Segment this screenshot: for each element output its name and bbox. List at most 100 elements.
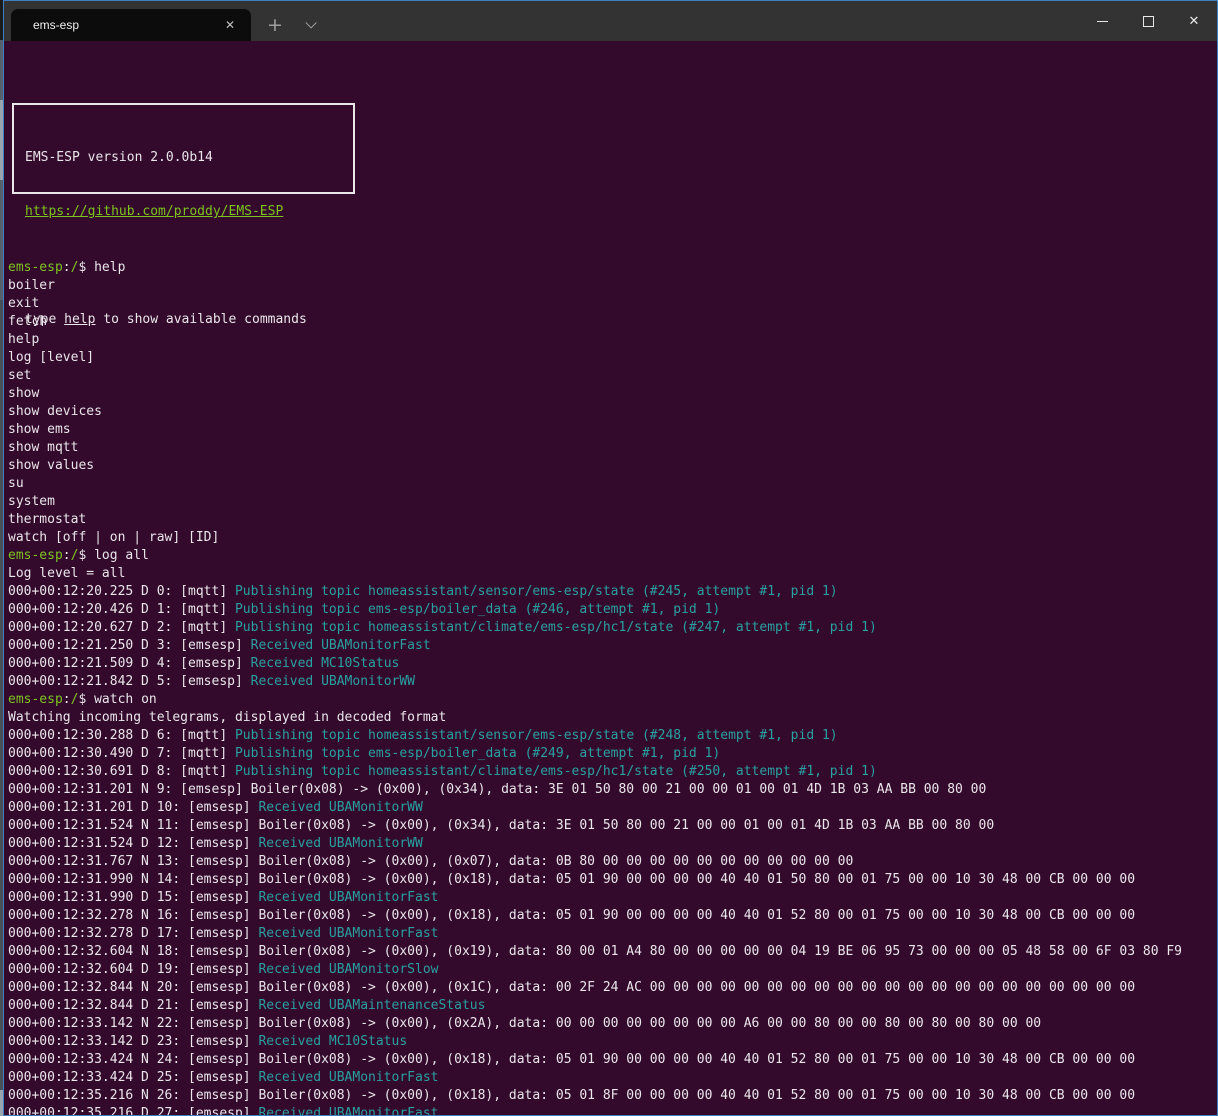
terminal-line: 000+00:12:32.844 N 20: [emsesp] Boiler(0… bbox=[8, 979, 1217, 997]
terminal-text: 000+00:12:32.278 D 17: [emsesp] bbox=[8, 926, 258, 941]
minimize-button[interactable] bbox=[1079, 1, 1125, 41]
terminal-text: fetch bbox=[8, 314, 47, 329]
close-button[interactable]: ✕ bbox=[1171, 1, 1217, 41]
terminal-line: 000+00:12:32.278 N 16: [emsesp] Boiler(0… bbox=[8, 907, 1217, 925]
terminal-line: 000+00:12:33.142 N 22: [emsesp] Boiler(0… bbox=[8, 1015, 1217, 1033]
new-tab-button[interactable]: + bbox=[259, 9, 291, 41]
minimize-icon bbox=[1097, 21, 1108, 22]
terminal-text: ems-esp bbox=[8, 692, 63, 707]
tab-ems-esp[interactable]: ems-esp ✕ bbox=[11, 9, 251, 41]
terminal-line: ems-esp:/$ help bbox=[8, 259, 1217, 277]
terminal-line: log [level] bbox=[8, 349, 1217, 367]
welcome-banner: EMS-ESP version 2.0.0b14 https://github.… bbox=[12, 103, 355, 194]
terminal-line: show mqtt bbox=[8, 439, 1217, 457]
terminal-body[interactable]: EMS-ESP version 2.0.0b14 https://github.… bbox=[4, 41, 1217, 1115]
terminal-text: 000+00:12:35.216 D 27: [emsesp] bbox=[8, 1106, 258, 1115]
terminal-text: 000+00:12:31.201 D 10: [emsesp] bbox=[8, 800, 258, 815]
terminal-line: su bbox=[8, 475, 1217, 493]
terminal-line: thermostat bbox=[8, 511, 1217, 529]
terminal-text: Received UBAMonitorFast bbox=[258, 1070, 438, 1085]
terminal-text: 000+00:12:30.490 D 7: [mqtt] bbox=[8, 746, 235, 761]
window-controls: ✕ bbox=[1079, 1, 1217, 41]
terminal-text: : bbox=[63, 692, 71, 707]
terminal-text: Received UBAMonitorFast bbox=[251, 638, 431, 653]
terminal-text: 000+00:12:32.844 D 21: [emsesp] bbox=[8, 998, 258, 1013]
terminal-line: Log level = all bbox=[8, 565, 1217, 583]
terminal-text: ems-esp bbox=[8, 260, 63, 275]
terminal-line: 000+00:12:30.288 D 6: [mqtt] Publishing … bbox=[8, 727, 1217, 745]
terminal-line: 000+00:12:31.524 D 12: [emsesp] Received… bbox=[8, 835, 1217, 853]
terminal-output: ems-esp:/$ helpboiler exit fetch help log [l… bbox=[8, 259, 1217, 1115]
terminal-line: 000+00:12:32.604 D 19: [emsesp] Received… bbox=[8, 961, 1217, 979]
terminal-text: show mqtt bbox=[8, 440, 78, 455]
terminal-line: 000+00:12:32.844 D 21: [emsesp] Received… bbox=[8, 997, 1217, 1015]
terminal-text: 000+00:12:31.524 D 12: [emsesp] bbox=[8, 836, 258, 851]
banner-help-line: type help to show available commands bbox=[25, 311, 353, 329]
terminal-text: 000+00:12:32.604 D 19: [emsesp] bbox=[8, 962, 258, 977]
terminal-text: 000+00:12:31.201 N 9: [emsesp] Boiler(0x… bbox=[8, 782, 986, 797]
tab-dropdown-button[interactable] bbox=[293, 9, 325, 41]
terminal-text: 000+00:12:31.990 N 14: [emsesp] Boiler(0… bbox=[8, 872, 1135, 887]
terminal-line: set bbox=[8, 367, 1217, 385]
terminal-line: 000+00:12:21.842 D 5: [emsesp] Received … bbox=[8, 673, 1217, 691]
terminal-line: 000+00:12:33.142 D 23: [emsesp] Received… bbox=[8, 1033, 1217, 1051]
terminal-text: 000+00:12:21.509 D 4: [emsesp] bbox=[8, 656, 251, 671]
terminal-line: show devices bbox=[8, 403, 1217, 421]
terminal-text: watch [off | on | raw] [ID] bbox=[8, 530, 219, 545]
tab-title: ems-esp bbox=[33, 18, 219, 32]
terminal-text: 000+00:12:21.250 D 3: [emsesp] bbox=[8, 638, 251, 653]
terminal-text: Publishing topic homeassistant/sensor/em… bbox=[235, 584, 838, 599]
terminal-text: Watching incoming telegrams, displayed i… bbox=[8, 710, 446, 725]
terminal-line: show ems bbox=[8, 421, 1217, 439]
terminal-text: Publishing topic homeassistant/climate/e… bbox=[235, 764, 877, 779]
terminal-line: 000+00:12:35.216 D 27: [emsesp] Received… bbox=[8, 1105, 1217, 1115]
maximize-button[interactable] bbox=[1125, 1, 1171, 41]
terminal-text: 000+00:12:20.627 D 2: [mqtt] bbox=[8, 620, 235, 635]
title-bar: ems-esp ✕ + ✕ bbox=[4, 1, 1217, 41]
terminal-line: 000+00:12:21.509 D 4: [emsesp] Received … bbox=[8, 655, 1217, 673]
terminal-line: ems-esp:/$ log all bbox=[8, 547, 1217, 565]
banner-version: EMS-ESP version 2.0.0b14 bbox=[25, 149, 353, 167]
terminal-text: 000+00:12:31.524 N 11: [emsesp] Boiler(0… bbox=[8, 818, 994, 833]
terminal-text: set bbox=[8, 368, 31, 383]
terminal-line: 000+00:12:31.990 N 14: [emsesp] Boiler(0… bbox=[8, 871, 1217, 889]
terminal-line: show values bbox=[8, 457, 1217, 475]
terminal-text: exit bbox=[8, 296, 39, 311]
terminal-line: Watching incoming telegrams, displayed i… bbox=[8, 709, 1217, 727]
terminal-text: Received UBAMaintenanceStatus bbox=[258, 998, 485, 1013]
terminal-text: show values bbox=[8, 458, 94, 473]
terminal-line: 000+00:12:30.490 D 7: [mqtt] Publishing … bbox=[8, 745, 1217, 763]
terminal-text: $ log all bbox=[78, 548, 148, 563]
terminal-line: watch [off | on | raw] [ID] bbox=[8, 529, 1217, 547]
terminal-text: Received UBAMonitorFast bbox=[258, 1106, 438, 1115]
terminal-text: Received UBAMonitorFast bbox=[258, 926, 438, 941]
terminal-text: log [level] bbox=[8, 350, 94, 365]
plus-icon: + bbox=[267, 14, 283, 36]
terminal-line: 000+00:12:33.424 N 24: [emsesp] Boiler(0… bbox=[8, 1051, 1217, 1069]
terminal-text: Log level = all bbox=[8, 566, 125, 581]
terminal-line: 000+00:12:32.278 D 17: [emsesp] Received… bbox=[8, 925, 1217, 943]
terminal-line: 000+00:12:33.424 D 25: [emsesp] Received… bbox=[8, 1069, 1217, 1087]
terminal-text: system bbox=[8, 494, 55, 509]
terminal-text: Received UBAMonitorWW bbox=[258, 836, 422, 851]
terminal-text: boiler bbox=[8, 278, 55, 293]
close-icon: ✕ bbox=[1189, 14, 1200, 29]
terminal-text: 000+00:12:33.142 N 22: [emsesp] Boiler(0… bbox=[8, 1016, 1041, 1031]
terminal-text: Publishing topic ems-esp/boiler_data (#2… bbox=[235, 602, 720, 617]
terminal-text: Received MC10Status bbox=[251, 656, 400, 671]
terminal-text: thermostat bbox=[8, 512, 86, 527]
banner-url-link[interactable]: https://github.com/proddy/EMS-ESP bbox=[25, 204, 283, 219]
terminal-text: ems-esp bbox=[8, 548, 63, 563]
terminal-line: help bbox=[8, 331, 1217, 349]
terminal-text: 000+00:12:32.844 N 20: [emsesp] Boiler(0… bbox=[8, 980, 1135, 995]
terminal-text: Received UBAMonitorFast bbox=[258, 890, 438, 905]
terminal-text: : bbox=[63, 548, 71, 563]
screen: ems-esp ✕ + ✕ EMS-ESP version 2.0.0b14 h… bbox=[0, 0, 1218, 1116]
terminal-text: 000+00:12:20.426 D 1: [mqtt] bbox=[8, 602, 235, 617]
terminal-text: help bbox=[8, 332, 39, 347]
tab-close-icon[interactable]: ✕ bbox=[219, 16, 241, 34]
help-keyword: help bbox=[64, 312, 95, 327]
terminal-text: 000+00:12:32.604 N 18: [emsesp] Boiler(0… bbox=[8, 944, 1182, 959]
terminal-line: 000+00:12:21.250 D 3: [emsesp] Received … bbox=[8, 637, 1217, 655]
terminal-line: 000+00:12:30.691 D 8: [mqtt] Publishing … bbox=[8, 763, 1217, 781]
